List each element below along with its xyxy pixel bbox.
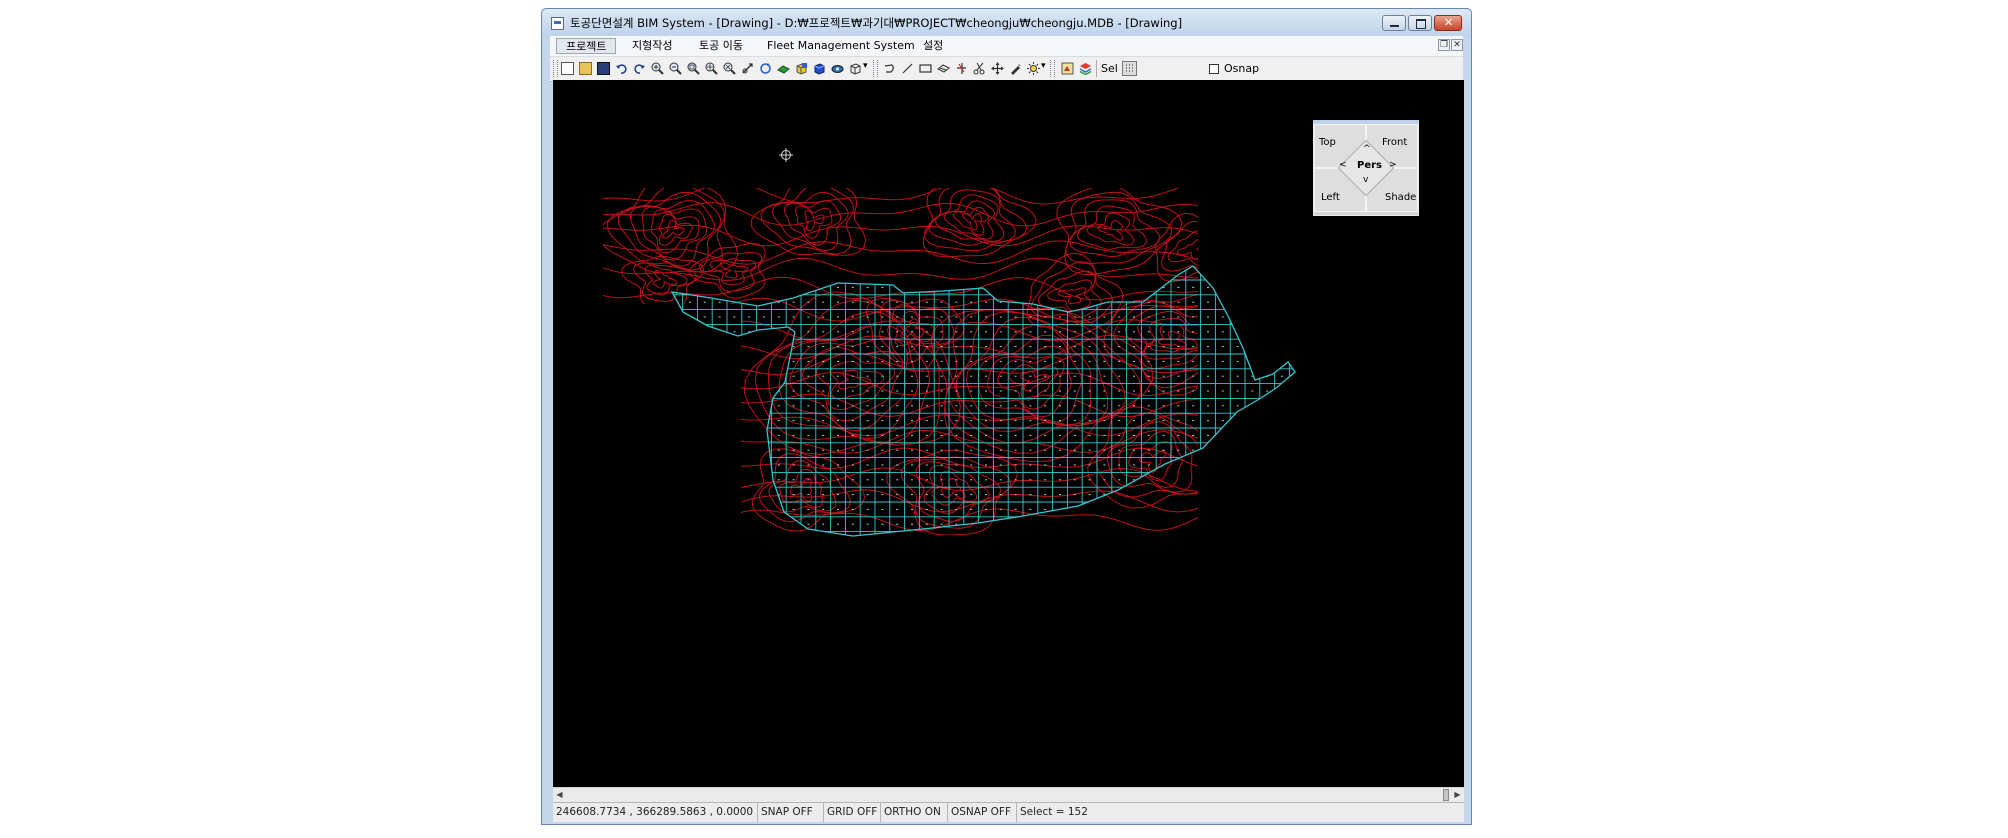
viewcube-right-arrow-icon[interactable]: > (1389, 160, 1397, 170)
layers-icon[interactable] (1079, 62, 1092, 75)
surface-icon[interactable] (937, 62, 950, 75)
menu-settings[interactable]: 설정 (914, 38, 952, 54)
viewcube-left-label[interactable]: Left (1321, 192, 1340, 203)
toolbar-overflow-icon-2[interactable]: ▾ (1041, 61, 1046, 71)
app-icon[interactable] (551, 17, 564, 30)
line-icon[interactable] (901, 62, 914, 75)
mdi-close-button[interactable]: ✕ (1451, 39, 1463, 51)
title-bar[interactable]: 토공단면설계 BIM System - [Drawing] - D:₩프로젝트₩… (542, 9, 1471, 38)
close-icon: ✕ (1444, 16, 1454, 29)
move-icon[interactable] (991, 62, 1004, 75)
layer-properties-icon[interactable] (1061, 62, 1074, 75)
view-cube[interactable]: Top Front Left Shade Pers ^ v < > (1313, 120, 1419, 216)
scroll-left-icon[interactable]: ◀ (553, 788, 566, 802)
menu-project[interactable]: 프로젝트 (556, 38, 617, 54)
horizontal-scrollbar[interactable]: ◀ ▶ (553, 787, 1464, 802)
maximize-button[interactable] (1408, 15, 1432, 31)
scroll-thumb[interactable] (1443, 789, 1449, 801)
viewcube-shade-label[interactable]: Shade (1385, 192, 1416, 203)
viewcube-top-label[interactable]: Top (1319, 137, 1336, 148)
viewcube-down-arrow-icon[interactable]: v (1363, 175, 1368, 185)
close-button[interactable]: ✕ (1434, 15, 1462, 31)
toolbar-grip[interactable] (553, 60, 558, 77)
open-folder-icon[interactable] (579, 62, 592, 75)
window-title: 토공단면설계 BIM System - [Drawing] - D:₩프로젝트₩… (570, 16, 1183, 30)
menu-fleet-management[interactable]: Fleet Management System (758, 38, 924, 54)
toolbar-grip-3[interactable] (1050, 60, 1055, 77)
wireframe-cube-icon[interactable] (849, 62, 862, 75)
zoom-extents-icon[interactable] (705, 62, 718, 75)
zoom-out-icon[interactable] (669, 62, 682, 75)
redo-icon[interactable] (633, 62, 646, 75)
status-grid[interactable]: GRID OFF (824, 803, 881, 822)
edit-pen-icon[interactable] (1009, 62, 1022, 75)
application-window: 토공단면설계 BIM System - [Drawing] - D:₩프로젝트₩… (541, 8, 1472, 825)
rectangle-icon[interactable] (919, 62, 932, 75)
select-tool-button[interactable]: Sel (1101, 62, 1118, 75)
zoom-in-icon[interactable] (651, 62, 664, 75)
toolbar-grip-2[interactable] (873, 60, 878, 77)
toolbar-separator (1096, 60, 1097, 77)
scissors-icon[interactable] (973, 62, 986, 75)
mdi-restore-button[interactable]: ❐ (1438, 39, 1450, 51)
status-ortho[interactable]: ORTHO ON (881, 803, 948, 822)
polyline-icon[interactable] (883, 62, 896, 75)
viewcube-pers-label[interactable]: Pers (1357, 160, 1382, 171)
view-eye-icon[interactable] (831, 62, 844, 75)
crosshair-cursor-icon (779, 148, 793, 162)
maximize-icon (1416, 19, 1426, 29)
box-3d-icon[interactable] (795, 62, 808, 75)
toolbar: ▾ ▾ Sel Osnap (550, 56, 1463, 82)
viewcube-up-arrow-icon[interactable]: ^ (1363, 144, 1371, 154)
status-bar: 246608.7734 , 366289.5863 , 0.0000 SNAP … (553, 802, 1464, 822)
status-snap[interactable]: SNAP OFF (758, 803, 824, 822)
zoom-all-icon[interactable] (723, 62, 736, 75)
contour-lines (603, 188, 1198, 535)
osnap-checkbox[interactable] (1209, 64, 1219, 74)
grid-snap-icon[interactable] (1122, 61, 1137, 76)
toolbar-overflow-icon[interactable]: ▾ (863, 61, 868, 71)
drawing-canvas[interactable]: Top Front Left Shade Pers ^ v < > (553, 80, 1464, 787)
zoom-window-icon[interactable] (687, 62, 700, 75)
rotate-icon[interactable] (759, 62, 772, 75)
shaded-cube-icon[interactable] (813, 62, 826, 75)
minimize-button[interactable] (1382, 15, 1406, 31)
osnap-label[interactable]: Osnap (1224, 62, 1259, 75)
explode-icon[interactable] (1027, 62, 1040, 75)
viewcube-left-arrow-icon[interactable]: < (1339, 160, 1347, 170)
trim-icon[interactable] (955, 62, 968, 75)
status-coordinates: 246608.7734 , 366289.5863 , 0.0000 (553, 803, 758, 822)
viewcube-front-label[interactable]: Front (1382, 137, 1407, 148)
terrain-icon[interactable] (777, 62, 790, 75)
menu-terrain[interactable]: 지형작성 (623, 38, 681, 54)
pan-icon[interactable] (741, 62, 754, 75)
menu-earthwork-move[interactable]: 토공 이동 (690, 38, 752, 54)
menu-bar: 프로젝트 지형작성 토공 이동 Fleet Management System … (550, 36, 1463, 56)
status-osnap[interactable]: OSNAP OFF (948, 803, 1017, 822)
undo-icon[interactable] (615, 62, 628, 75)
scroll-right-icon[interactable]: ▶ (1451, 788, 1464, 802)
status-selection-count: Select = 152 (1020, 806, 1088, 818)
save-icon[interactable] (597, 62, 610, 75)
minimize-icon (1390, 25, 1399, 27)
new-file-icon[interactable] (561, 62, 574, 75)
